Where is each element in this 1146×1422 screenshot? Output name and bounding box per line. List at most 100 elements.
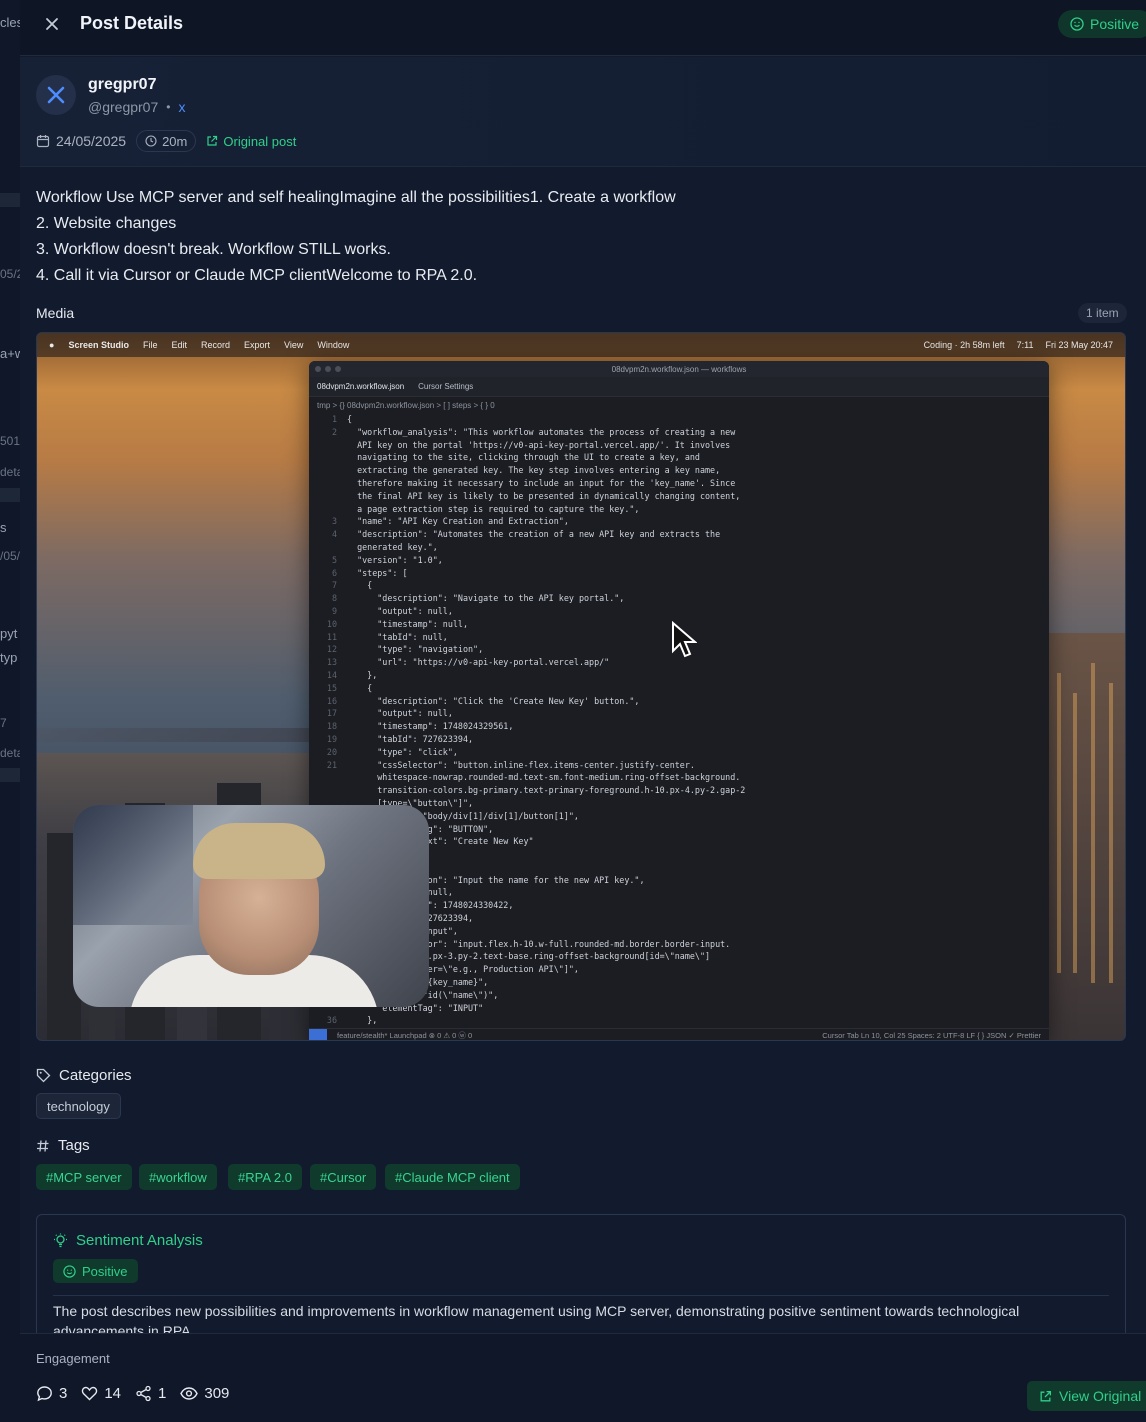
editor-status-bar: feature/stealth* Launchpad ⊗ 0 ⚠ 0 ⓦ 0 C… [309, 1028, 1049, 1040]
code-line-text: "workflow_analysis": "This workflow auto… [347, 426, 736, 437]
menubar-time: 7:11 [1016, 340, 1034, 350]
category-chip[interactable]: technology [36, 1093, 121, 1119]
code-line: "elementTag": "INPUT" [315, 1002, 1049, 1015]
author-name: gregpr07 [88, 76, 157, 93]
bg-divider [0, 193, 20, 207]
code-line-text: "output": null, [347, 708, 453, 719]
views-stat: 309 [180, 1385, 229, 1402]
code-line: 5 "version": "1.0", [315, 554, 1049, 567]
code-line: 1{ [315, 413, 1049, 426]
code-line-number: 19 [326, 733, 337, 744]
tags-heading-label: Tags [58, 1137, 90, 1154]
menubar-item: Export [244, 340, 271, 350]
code-line: 20 "type": "click", [315, 746, 1049, 759]
menubar-date: Fri 23 May 20:47 [1045, 340, 1113, 350]
code-line-number: 9 [331, 605, 337, 616]
share-icon [136, 1385, 151, 1402]
bg-fragment: 05/2 [0, 267, 20, 281]
code-line-number: 10 [326, 618, 337, 629]
webcam-background [73, 805, 193, 925]
tag-chip[interactable]: #Claude MCP client [385, 1164, 520, 1190]
code-line: 18 "timestamp": 1748024329561, [315, 720, 1049, 733]
code-line: 3 "name": "API Key Creation and Extracti… [315, 515, 1049, 528]
post-meta: 24/05/2025 20m Original post [36, 130, 296, 152]
code-line: generated key.", [315, 541, 1049, 554]
code-line-number: 7 [331, 580, 337, 591]
menubar-coding-status: Coding · 2h 58m left [923, 340, 1005, 350]
code-line-text: "type": "navigation", [347, 644, 484, 655]
code-line: extracting the generated key. The key st… [315, 464, 1049, 477]
eye-icon [180, 1387, 199, 1400]
smile-icon [63, 1264, 76, 1278]
code-line: 9 "output": null, [315, 605, 1049, 618]
categories-heading-label: Categories [59, 1067, 132, 1084]
code-line-text: extracting the generated key. The key st… [347, 465, 721, 476]
tag-chip[interactable]: #workflow [139, 1164, 217, 1190]
code-line-text: "output": null, [347, 605, 453, 616]
post-line: Workflow Use MCP server and self healing… [36, 189, 676, 206]
code-line: whitespace-nowrap.rounded-md.text-sm.fon… [315, 771, 1049, 784]
media-count-badge: 1 item [1078, 303, 1127, 323]
views-count: 309 [204, 1385, 230, 1402]
code-line-text: "name": "API Key Creation and Extraction… [347, 516, 569, 527]
media-video[interactable]: ● Screen Studio File Edit Record Export … [36, 332, 1126, 1041]
code-line-text: "version": "1.0", [347, 554, 443, 565]
code-line: 21 "cssSelector": "button.inline-flex.it… [315, 759, 1049, 772]
avatar[interactable] [36, 75, 76, 115]
editor-tabs: 08dvpm2n.workflow.json Cursor Settings [309, 377, 1049, 397]
remote-indicator [309, 1028, 327, 1040]
city-skyline-right [1047, 633, 1125, 1040]
code-line: therefore making it necessary to include… [315, 477, 1049, 490]
code-line: 2 "workflow_analysis": "This workflow au… [315, 426, 1049, 439]
tag-chip[interactable]: #Cursor [310, 1164, 377, 1190]
code-line: 36 }, [315, 1014, 1049, 1027]
code-line: navigating to the site, clicking through… [315, 451, 1049, 464]
bg-fragment: a+w [0, 346, 20, 361]
code-line-number: 20 [326, 746, 337, 757]
post-line: 3. Workflow doesn't break. Workflow STIL… [36, 241, 391, 258]
code-line-text: "url": "https://v0-api-key-portal.vercel… [347, 657, 610, 668]
view-original-button[interactable]: View Original [1027, 1381, 1146, 1411]
modal-header: Post Details Positive [20, 0, 1146, 56]
likes-count: 14 [104, 1385, 122, 1402]
post-details-modal: Post Details Positive gregpr07 @gregpr07… [20, 0, 1146, 1422]
code-line: 7 { [315, 579, 1049, 592]
author-handle-row: @gregpr07 • x [88, 99, 185, 115]
code-line: 19 "tabId": 727623394, [315, 733, 1049, 746]
code-line-text: API key on the portal 'https://v0-api-ke… [347, 439, 731, 450]
apple-icon: ● [49, 340, 55, 350]
original-post-link[interactable]: Original post [206, 134, 296, 149]
code-line-text: "steps": [ [347, 567, 408, 578]
menubar-item: Window [317, 340, 350, 350]
close-button[interactable] [40, 12, 64, 36]
author-handle: @gregpr07 [88, 99, 159, 115]
engagement-heading: Engagement [36, 1351, 110, 1366]
code-line-number: 3 [331, 516, 337, 527]
code-line-number: 4 [331, 529, 337, 540]
bg-fragment: pyt [0, 626, 18, 641]
menubar-app-name: Screen Studio [68, 340, 129, 350]
status-left: feature/stealth* Launchpad ⊗ 0 ⚠ 0 ⓦ 0 [337, 1031, 473, 1040]
code-line: a page extraction step is required to ca… [315, 503, 1049, 516]
code-line-text: whitespace-nowrap.rounded-md.text-sm.fon… [347, 772, 741, 783]
bridge-scenery [37, 728, 309, 742]
background-page-strip: cles 05/2 a+w 501 deta s /05/ pyt typ 7 … [0, 0, 20, 1422]
code-line-text: "tabId": 727623394, [347, 733, 474, 744]
editor-tab-active: 08dvpm2n.workflow.json [317, 382, 405, 391]
code-line-number: 12 [326, 644, 337, 655]
tag-chip[interactable]: #MCP server [36, 1164, 132, 1190]
code-line-text: the final API key is likely to be presen… [347, 490, 741, 501]
mouse-cursor-icon [671, 621, 697, 659]
comments-stat: 3 [36, 1385, 67, 1402]
categories-heading: Categories [36, 1067, 132, 1084]
code-line-text: "timestamp": null, [347, 618, 469, 629]
tag-chip[interactable]: #RPA 2.0 [228, 1164, 302, 1190]
read-time-text: 20m [162, 133, 188, 149]
editor-breadcrumb: tmp > {} 08dvpm2n.workflow.json > [ ] st… [317, 400, 495, 410]
menubar-item: Edit [171, 340, 187, 350]
post-line: 4. Call it via Cursor or Claude MCP clie… [36, 267, 478, 284]
hash-icon [37, 1139, 49, 1152]
post-date: 24/05/2025 [36, 133, 126, 149]
heart-icon [82, 1386, 98, 1401]
screen-menubar: ● Screen Studio File Edit Record Export … [37, 333, 1125, 357]
